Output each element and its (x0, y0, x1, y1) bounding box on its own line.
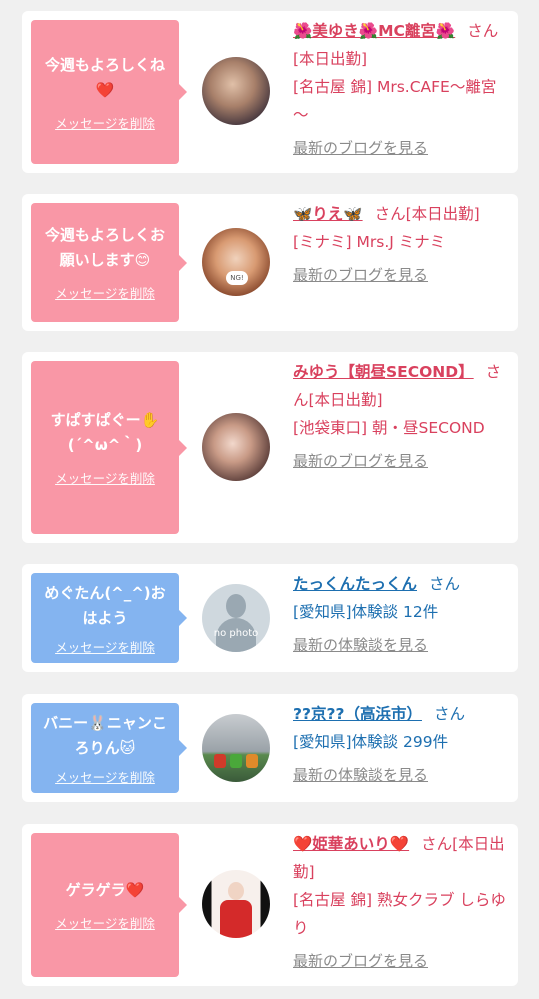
avatar-badge: NG! (226, 271, 248, 285)
profile-info: みゆう【朝昼SECOND】 さん[本日出勤] [池袋東口] 朝・昼SECOND 最… (293, 358, 508, 471)
shop-text: [愛知県]体験談 12件 (293, 603, 439, 621)
message-text: 今週もよろしくね❤️ (44, 55, 165, 99)
message-card: すぱすぱぐー✋(´^ω^｀) メッセージを削除 みゆう【朝昼SECOND】 さん[… (22, 352, 518, 543)
shop-text: [池袋東口] 朝・昼SECOND (293, 419, 485, 437)
latest-review-link[interactable]: 最新の体験談を見る (293, 764, 508, 785)
profile-name-link[interactable]: ❤️姫華あいり❤️ (293, 835, 409, 853)
avatar[interactable] (202, 57, 270, 125)
shop-text: [名古屋 錦] 熟女クラブ しらゆり (293, 891, 506, 937)
avatar-face (228, 882, 244, 900)
message-bubble: ゲラゲラ❤️ メッセージを削除 (31, 833, 187, 977)
avatar-silhouette (226, 594, 246, 618)
message-text: 今週もよろしくお願いします😊 (44, 226, 165, 269)
message-bubble: めぐたん(^_^)おはよう メッセージを削除 (31, 573, 187, 663)
shop-text: [愛知県]体験談 299件 (293, 733, 449, 751)
profile-name-link[interactable]: みゆう【朝昼SECOND】 (293, 363, 474, 381)
status-text: さん (429, 575, 461, 593)
profile-info: ??京??（高浜市） さん [愛知県]体験談 299件 最新の体験談を見る (293, 700, 508, 785)
latest-blog-link[interactable]: 最新のブログを見る (293, 450, 508, 471)
profile-info: 🦋りえ🦋 さん[本日出勤] [ミナミ] Mrs.J ミナミ 最新のブログを見る (293, 200, 508, 285)
message-card: 今週もよろしくね❤️ メッセージを削除 🌺美ゆき🌺MC離宮🌺 さん[本日出勤] [… (22, 11, 518, 173)
message-text: すぱすぱぐー✋(´^ω^｀) (50, 411, 160, 454)
profile-name-link[interactable]: 🌺美ゆき🌺MC離宮🌺 (293, 22, 455, 40)
avatar-object-orange (246, 754, 258, 768)
latest-blog-link[interactable]: 最新のブログを見る (293, 950, 508, 971)
avatar[interactable]: no photo (202, 584, 270, 652)
profile-name-link[interactable]: 🦋りえ🦋 (293, 205, 363, 223)
message-text: ゲラゲラ❤️ (65, 881, 145, 899)
shop-text: [ミナミ] Mrs.J ミナミ (293, 233, 446, 251)
message-card: めぐたん(^_^)おはよう メッセージを削除 no photo たっくんたっくん… (22, 564, 518, 672)
avatar[interactable] (202, 413, 270, 481)
message-card: バニー🐰ニャンころりん🐱 メッセージを削除 ??京??（高浜市） さん [愛知県]… (22, 694, 518, 802)
delete-message-link[interactable]: メッセージを削除 (55, 283, 155, 302)
message-text: めぐたん(^_^)おはよう (44, 583, 166, 627)
message-bubble: 今週もよろしくね❤️ メッセージを削除 (31, 20, 187, 164)
profile-info: ❤️姫華あいり❤️ さん[本日出勤] [名古屋 錦] 熟女クラブ しらゆり 最新の… (293, 830, 508, 971)
profile-name-link[interactable]: ??京??（高浜市） (293, 705, 422, 723)
profile-info: たっくんたっくん さん [愛知県]体験談 12件 最新の体験談を見る (293, 570, 508, 655)
status-text: さん[本日出勤] (374, 205, 480, 223)
status-text: さん (433, 705, 465, 723)
delete-message-link[interactable]: メッセージを削除 (55, 113, 155, 132)
delete-message-link[interactable]: メッセージを削除 (55, 637, 155, 656)
message-bubble: 今週もよろしくお願いします😊 メッセージを削除 (31, 203, 187, 322)
latest-review-link[interactable]: 最新の体験談を見る (293, 634, 508, 655)
delete-message-link[interactable]: メッセージを削除 (55, 767, 155, 786)
shop-text: [名古屋 錦] Mrs.CAFE～離宮～ (293, 78, 497, 124)
latest-blog-link[interactable]: 最新のブログを見る (293, 137, 508, 158)
message-bubble: すぱすぱぐー✋(´^ω^｀) メッセージを削除 (31, 361, 187, 534)
message-card: 今週もよろしくお願いします😊 メッセージを削除 NG! 🦋りえ🦋 さん[本日出勤]… (22, 194, 518, 331)
avatar[interactable]: NG! (202, 228, 270, 296)
profile-name-link[interactable]: たっくんたっくん (293, 575, 417, 593)
message-card: ゲラゲラ❤️ メッセージを削除 ❤️姫華あいり❤️ さん[本日出勤] [名古屋 錦… (22, 824, 518, 986)
avatar-object-green (230, 754, 242, 768)
message-text: バニー🐰ニャンころりん🐱 (43, 713, 167, 757)
avatar-object-red (214, 754, 226, 768)
message-bubble: バニー🐰ニャンころりん🐱 メッセージを削除 (31, 703, 187, 793)
latest-blog-link[interactable]: 最新のブログを見る (293, 264, 508, 285)
profile-info: 🌺美ゆき🌺MC離宮🌺 さん[本日出勤] [名古屋 錦] Mrs.CAFE～離宮～ … (293, 17, 508, 158)
no-photo-label: no photo (213, 628, 259, 639)
delete-message-link[interactable]: メッセージを削除 (55, 913, 155, 932)
delete-message-link[interactable]: メッセージを削除 (55, 468, 155, 487)
avatar[interactable] (202, 714, 270, 782)
avatar[interactable] (202, 870, 270, 938)
avatar-santa-outfit (220, 900, 252, 938)
